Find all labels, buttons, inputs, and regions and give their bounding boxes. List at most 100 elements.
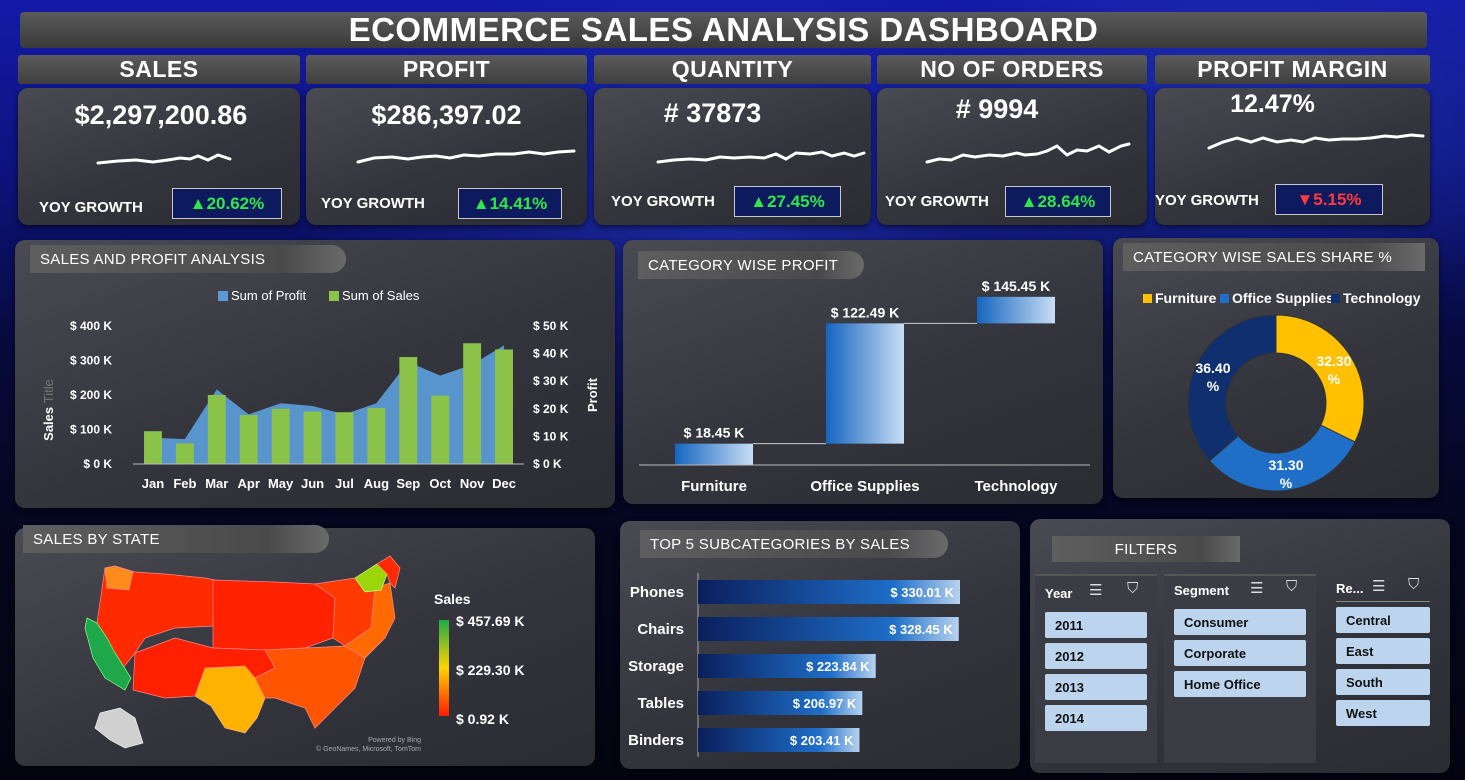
filter-region-panel: Re... ☰ ⛉ Central East South West	[1326, 574, 1438, 763]
waterfall-data-label: $ 122.49 K	[831, 304, 900, 320]
sales-bar	[431, 395, 450, 464]
y2-tick-label: $ 10 K	[533, 429, 569, 443]
filter-region-west[interactable]: West	[1336, 700, 1430, 726]
sparkline-orders	[925, 142, 1131, 164]
hbar-category-label: Storage	[628, 658, 684, 675]
filter-year-2012[interactable]: 2012	[1045, 643, 1147, 669]
map-region-central	[212, 579, 336, 651]
hbar-category-label: Tables	[638, 695, 684, 712]
legend-label-sales: Sum of Sales	[342, 288, 420, 303]
kpi-header-orders: NO OF ORDERS	[877, 55, 1147, 84]
sales-bar	[367, 408, 386, 464]
hbar-category-label: Binders	[628, 732, 684, 749]
filter-region-central[interactable]: Central	[1336, 607, 1430, 633]
hbar-data-label: $ 223.84 K	[806, 659, 870, 674]
y2-tick-label: $ 30 K	[533, 374, 569, 388]
hbar-data-label: $ 330.01 K	[890, 585, 954, 600]
clear-filter-icon[interactable]: ⛉	[1408, 576, 1419, 593]
map-legend-max: $ 457.69 K	[456, 613, 525, 629]
map-legend-min: $ 0.92 K	[456, 711, 509, 727]
filter-year-2011[interactable]: 2011	[1045, 612, 1147, 638]
profit-area	[152, 345, 505, 464]
sales-profit-card: SALES AND PROFIT ANALYSIS Sum of Profit S…	[15, 240, 615, 508]
waterfall-category-label: Furniture	[681, 478, 747, 495]
sales-bar	[239, 415, 258, 464]
filter-segment-corporate[interactable]: Corporate	[1174, 640, 1306, 666]
donut-slice	[1275, 314, 1365, 443]
map-legend-title: Sales	[434, 591, 471, 607]
y2-axis-title: Profit	[585, 377, 600, 412]
us-map[interactable]: Sales $ 457.69 K $ 229.30 K $ 0.92 K Pow…	[15, 528, 595, 766]
kpi-value-quantity: # 37873	[663, 98, 762, 128]
donut-slice	[1187, 314, 1277, 462]
waterfall-category-label: Technology	[974, 478, 1058, 495]
sales-bar	[463, 343, 482, 464]
sales-bar	[207, 395, 226, 464]
sparkline-profit	[356, 149, 576, 164]
multi-select-icon[interactable]: ☰	[1250, 579, 1263, 597]
filter-segment-consumer[interactable]: Consumer	[1174, 609, 1306, 635]
hbar-category-label: Phones	[630, 584, 684, 601]
filter-year-title: Year	[1045, 586, 1073, 601]
y-tick-label: $ 100 K	[70, 423, 112, 437]
yoy-label-profit: YOY GROWTH	[321, 195, 425, 212]
x-tick-label: Apr	[238, 476, 260, 491]
hbar-category-label: Chairs	[637, 621, 684, 638]
x-tick-label: Mar	[205, 476, 228, 491]
sales-bar	[303, 411, 322, 464]
kpi-value-orders: # 9994	[955, 94, 1039, 124]
category-share-chart: Furniture Office Supplies Technology32.30%…	[1143, 290, 1421, 492]
yoy-badge-quantity: ▲27.45%	[734, 186, 841, 217]
yoy-label-sales: YOY GROWTH	[39, 199, 143, 216]
filter-year-2013[interactable]: 2013	[1045, 674, 1147, 700]
sales-bar	[399, 357, 418, 464]
map-state-washington	[104, 565, 134, 591]
multi-select-icon[interactable]: ☰	[1089, 581, 1102, 599]
x-tick-label: Feb	[173, 476, 196, 491]
waterfall-bar	[826, 323, 904, 444]
kpi-header-margin: PROFIT MARGIN	[1155, 55, 1430, 84]
filter-segment-panel: Segment ☰ ⛉ Consumer Corporate Home Offi…	[1164, 574, 1316, 763]
donut-legend-label: Furniture	[1155, 290, 1217, 306]
y2-tick-label: $ 20 K	[533, 402, 569, 416]
donut-legend-label: Technology	[1343, 290, 1421, 306]
map-legend-mid: $ 229.30 K	[456, 662, 525, 678]
filter-region-south[interactable]: South	[1336, 669, 1430, 695]
sales-bar	[144, 431, 162, 464]
donut-legend-swatch	[1331, 294, 1340, 303]
sparkline-margin	[1207, 133, 1425, 150]
x-tick-label: Nov	[460, 476, 485, 491]
y-tick-label: $ 400 K	[70, 319, 112, 333]
sales-bar	[495, 349, 513, 464]
map-credit-bing: Powered by Bing	[368, 737, 421, 744]
legend-label-profit: Sum of Profit	[231, 288, 307, 303]
kpi-card-margin: 12.47% YOY GROWTH ▼5.15%	[1155, 88, 1430, 225]
multi-select-icon[interactable]: ☰	[1372, 577, 1385, 595]
yoy-badge-orders: ▲28.64%	[1005, 186, 1111, 217]
filter-year-2014[interactable]: 2014	[1045, 705, 1147, 731]
sales-bar	[335, 412, 354, 464]
filter-segment-homeoffice[interactable]: Home Office	[1174, 671, 1306, 697]
kpi-card-orders: # 9994 YOY GROWTH ▲28.64%	[877, 88, 1147, 225]
x-tick-label: Jul	[335, 476, 354, 491]
clear-filter-icon[interactable]: ⛉	[1286, 578, 1297, 595]
kpi-header-quantity: QUANTITY	[594, 55, 871, 84]
y-tick-label: $ 300 K	[70, 354, 112, 368]
legend-swatch-sales	[329, 291, 339, 301]
yoy-badge-margin: ▼5.15%	[1275, 184, 1383, 215]
top5-chart: Phones $ 330.01 K Chairs $ 328.45 K Storage $…	[628, 573, 960, 757]
waterfall-category-label: Office Supplies	[810, 478, 919, 495]
map-state-alaska	[94, 707, 144, 749]
y-tick-label: $ 200 K	[70, 388, 112, 402]
hbar-data-label: $ 206.97 K	[793, 696, 857, 711]
filters-title: FILTERS	[1052, 536, 1240, 562]
donut-legend-swatch	[1220, 294, 1229, 303]
kpi-value-profit: $286,397.02	[371, 100, 522, 130]
clear-filter-icon[interactable]: ⛉	[1127, 580, 1138, 597]
x-tick-label: May	[268, 476, 294, 491]
x-tick-label: Sep	[396, 476, 420, 491]
x-tick-label: Aug	[364, 476, 389, 491]
filter-region-east[interactable]: East	[1336, 638, 1430, 664]
x-tick-label: Jun	[301, 476, 324, 491]
kpi-value-margin: 12.47%	[1230, 90, 1315, 118]
